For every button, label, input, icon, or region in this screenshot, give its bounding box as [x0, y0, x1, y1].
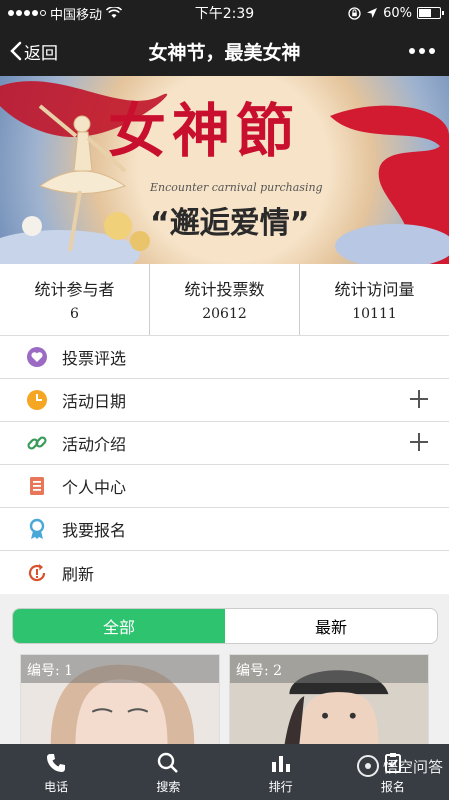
tab-latest[interactable]: 最新 [225, 609, 437, 643]
menu-list: 投票评选 活动日期 活动介绍 个人中心 我要报名 刷新 [0, 336, 449, 594]
battery-icon [417, 7, 444, 19]
tab-all[interactable]: 全部 [13, 609, 225, 643]
location-arrow-icon [367, 8, 378, 18]
bar-chart-icon [270, 750, 292, 776]
back-label: 返回 [24, 43, 58, 64]
contestant-number: 编号: 1 [21, 655, 219, 683]
rotation-lock-icon [348, 6, 361, 20]
chevron-left-icon [10, 41, 22, 61]
menu-item-date[interactable]: 活动日期 [0, 379, 449, 422]
stat-value: 10111 [352, 306, 397, 322]
contestant-card[interactable]: 编号: 1 [20, 654, 220, 746]
clock-icon [26, 389, 48, 411]
bottom-tab-label: 排行 [268, 779, 293, 794]
stat-label: 统计投票数 [184, 280, 265, 299]
watermark: 悟空问答 [356, 755, 443, 777]
event-banner[interactable]: 女神節 Encounter carnival purchasing “邂逅爱情” [0, 76, 449, 264]
watermark-text: 悟空问答 [382, 757, 443, 776]
banner-title: 女神節 [108, 97, 301, 165]
wukong-logo-icon [356, 755, 379, 777]
wifi-icon [106, 7, 123, 18]
menu-item-personal-center[interactable]: 个人中心 [0, 465, 449, 508]
link-icon [26, 432, 48, 454]
search-icon [157, 750, 179, 776]
menu-label: 我要报名 [62, 521, 127, 540]
bottom-tab-search[interactable]: 搜索 [112, 744, 224, 800]
bottom-tab-label: 报名 [380, 779, 405, 794]
expand-plus-icon[interactable] [409, 389, 429, 409]
stat-votes: 统计投票数 20612 [149, 264, 299, 335]
award-ribbon-icon [26, 518, 48, 540]
menu-label: 刷新 [62, 564, 95, 584]
bottom-tab-ranking[interactable]: 排行 [225, 744, 337, 800]
stat-value: 6 [70, 306, 79, 322]
expand-plus-icon[interactable] [409, 432, 429, 452]
battery-percent: 60% [383, 5, 412, 21]
signal-dots-icon [8, 10, 46, 16]
heart-icon [26, 346, 48, 368]
status-bar: 中国移动 下午2:39 60% [0, 0, 449, 26]
menu-item-signup[interactable]: 我要报名 [0, 508, 449, 551]
status-time: 下午2:39 [194, 6, 255, 22]
contestant-grid: 编号: 1 编号: 2 [0, 654, 449, 746]
stat-label: 统计参与者 [34, 280, 115, 299]
document-icon [26, 475, 48, 497]
contestant-number: 编号: 2 [230, 655, 428, 683]
menu-item-vote[interactable]: 投票评选 [0, 336, 449, 379]
menu-label: 活动日期 [62, 392, 127, 411]
menu-item-intro[interactable]: 活动介绍 [0, 422, 449, 465]
filter-tabs: 全部 最新 [12, 608, 438, 644]
carrier-label: 中国移动 [50, 7, 103, 23]
stats-panel: 统计参与者 6 统计投票数 20612 统计访问量 10111 [0, 264, 449, 336]
bottom-tab-label: 搜索 [156, 779, 181, 794]
page-title: 女神节，最美女神 [148, 41, 301, 64]
menu-label: 个人中心 [62, 478, 127, 497]
banner-slogan: “邂逅爱情” [150, 206, 310, 241]
nav-bar: 返回 女神节，最美女神 [0, 26, 449, 76]
phone-icon [45, 750, 67, 776]
menu-item-refresh[interactable]: 刷新 [0, 551, 449, 594]
stat-visits: 统计访问量 10111 [299, 264, 449, 335]
back-button[interactable]: 返回 [10, 26, 58, 76]
bottom-tab-label: 电话 [44, 779, 69, 794]
menu-label: 投票评选 [62, 349, 127, 368]
banner-subtitle: Encounter carnival purchasing [150, 181, 323, 194]
stat-label: 统计访问量 [334, 280, 415, 299]
more-dots-icon[interactable] [409, 26, 435, 76]
refresh-icon [26, 562, 48, 584]
bottom-tab-phone[interactable]: 电话 [0, 744, 112, 800]
stat-value: 20612 [202, 306, 247, 322]
contestant-card[interactable]: 编号: 2 [229, 654, 429, 746]
stat-participants: 统计参与者 6 [0, 264, 149, 335]
menu-label: 活动介绍 [62, 435, 127, 454]
